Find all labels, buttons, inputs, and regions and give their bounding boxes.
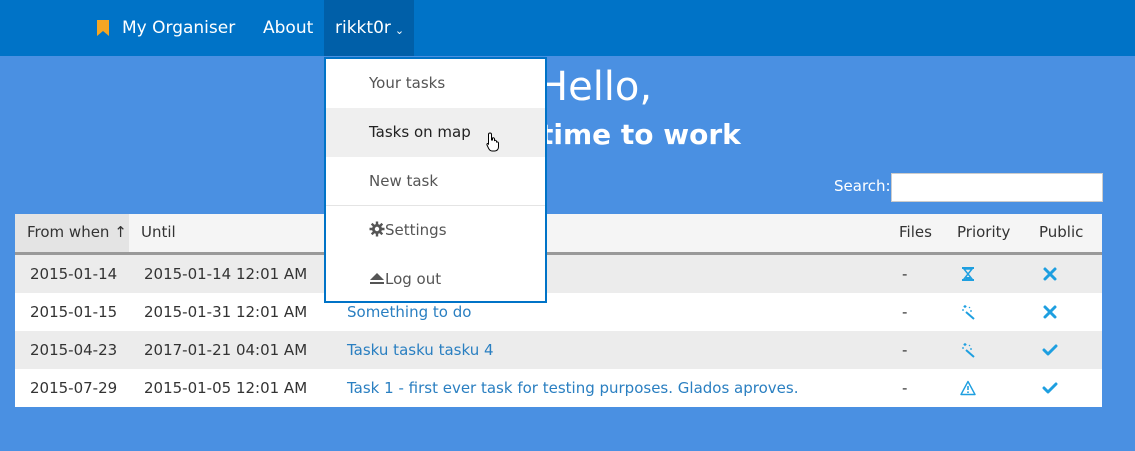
table-row: 2015-07-29 2015-01-05 12:01 AM Task 1 - … <box>15 369 1102 407</box>
cell-until: 2015-01-14 12:01 AM <box>144 265 308 283</box>
cell-files: - <box>902 379 908 397</box>
hourglass-icon <box>962 267 974 281</box>
table-row: 2015-01-14 2015-01-14 12:01 AM - <box>15 255 1102 293</box>
bookmark-icon <box>97 20 109 36</box>
user-name: rikkt0r <box>335 18 391 38</box>
cell-until: 2015-01-31 12:01 AM <box>144 303 308 321</box>
cell-from: 2015-04-23 <box>30 341 118 359</box>
column-priority[interactable]: Priority <box>957 214 1010 252</box>
menu-item-settings-label: Settings <box>385 221 447 239</box>
chevron-down-icon: ⌄ <box>394 24 405 37</box>
user-menu-toggle[interactable]: rikkt0r ⌄ <box>324 0 414 56</box>
cross-icon <box>1043 305 1057 319</box>
hand-cursor-icon <box>486 132 499 152</box>
brand-link[interactable]: My Organiser <box>96 0 235 56</box>
magic-wand-icon <box>962 343 975 358</box>
check-icon <box>1042 344 1058 356</box>
cell-files: - <box>902 265 908 283</box>
table-header: From when ↑ Until Files Priority Public <box>15 214 1102 255</box>
menu-item-tasks-on-map[interactable]: Tasks on map <box>326 108 545 157</box>
cell-from: 2015-01-14 <box>30 265 118 283</box>
eject-icon <box>370 273 384 284</box>
table-row: 2015-01-15 2015-01-31 12:01 AM Something… <box>15 293 1102 331</box>
check-icon <box>1042 382 1058 394</box>
magic-wand-icon <box>962 305 975 320</box>
task-link[interactable]: Tasku tasku tasku 4 <box>347 341 494 359</box>
column-files[interactable]: Files <box>899 214 932 252</box>
nav-about-link[interactable]: About <box>263 0 313 56</box>
cell-task: Task 1 - first ever task for testing pur… <box>347 369 798 407</box>
task-link[interactable]: Something to do <box>347 303 471 321</box>
menu-item-new-task[interactable]: New task <box>326 157 545 206</box>
warning-icon <box>960 380 976 396</box>
cell-until: 2015-01-05 12:01 AM <box>144 379 308 397</box>
column-from-when-label: From when <box>27 223 110 241</box>
user-dropdown-menu: Your tasks Tasks on map New task Setting… <box>324 57 547 303</box>
cell-task: Tasku tasku tasku 4 <box>347 331 494 369</box>
hero-title: Hello, <box>538 64 653 110</box>
hero-subtitle: time to work <box>540 118 741 151</box>
column-from-when[interactable]: From when ↑ <box>15 214 129 252</box>
brand-label: My Organiser <box>122 18 236 38</box>
navbar: My Organiser About rikkt0r ⌄ <box>0 0 1135 56</box>
table-row: 2015-04-23 2017-01-21 04:01 AM Tasku tas… <box>15 331 1102 369</box>
menu-item-log-out-label: Log out <box>385 270 442 288</box>
menu-item-settings[interactable]: Settings <box>326 206 545 255</box>
cross-icon <box>1043 267 1057 281</box>
search-input[interactable] <box>891 173 1103 202</box>
cell-from: 2015-01-15 <box>30 303 118 321</box>
cell-until: 2017-01-21 04:01 AM <box>144 341 308 359</box>
column-until[interactable]: Until <box>141 214 176 252</box>
search-label: Search: <box>834 177 891 195</box>
menu-item-your-tasks[interactable]: Your tasks <box>326 59 545 108</box>
gear-icon <box>369 221 385 237</box>
sort-asc-icon: ↑ <box>114 223 127 241</box>
menu-item-log-out[interactable]: Log out <box>326 255 545 304</box>
tasks-table: From when ↑ Until Files Priority Public … <box>15 214 1102 407</box>
cell-from: 2015-07-29 <box>30 379 118 397</box>
cell-files: - <box>902 303 908 321</box>
task-link[interactable]: Task 1 - first ever task for testing pur… <box>347 379 798 397</box>
cell-files: - <box>902 341 908 359</box>
column-public[interactable]: Public <box>1039 214 1083 252</box>
